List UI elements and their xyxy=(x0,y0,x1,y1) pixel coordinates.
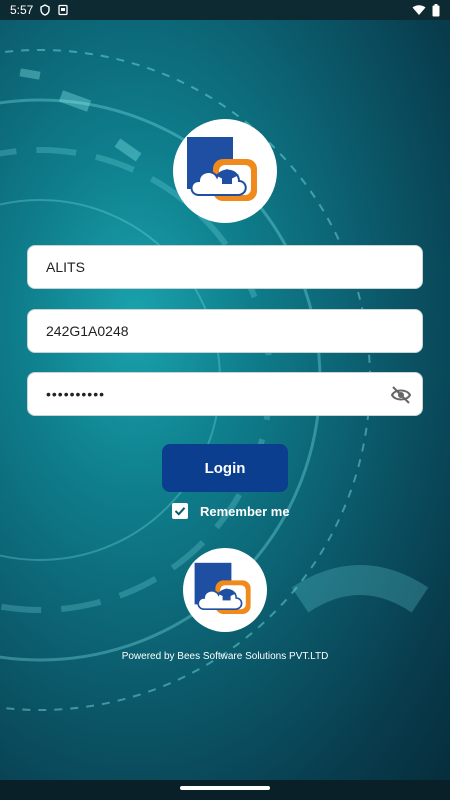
navigation-bar xyxy=(0,780,450,800)
app-logo xyxy=(173,119,277,223)
password-input[interactable] xyxy=(44,385,406,403)
status-bar: 5:57 xyxy=(0,0,450,20)
home-gesture-handle[interactable] xyxy=(180,786,270,790)
status-time: 5:57 xyxy=(10,3,34,17)
username-input[interactable] xyxy=(44,322,406,340)
cloud-graduation-cap-icon xyxy=(194,562,251,614)
sim-card-icon xyxy=(58,4,69,16)
login-button[interactable]: Login xyxy=(162,444,288,492)
remember-me[interactable]: Remember me xyxy=(172,503,290,519)
shield-icon xyxy=(40,4,51,16)
battery-icon xyxy=(432,3,440,16)
institution-field[interactable] xyxy=(27,245,423,289)
checkmark-icon xyxy=(174,507,186,516)
powered-by-text: Powered by Bees Software Solutions PVT.L… xyxy=(121,651,329,662)
username-field[interactable] xyxy=(27,309,423,353)
eye-off-icon[interactable] xyxy=(390,384,412,406)
remember-me-checkbox[interactable] xyxy=(172,503,188,519)
footer-logo xyxy=(183,548,267,632)
institution-input[interactable] xyxy=(44,258,406,276)
password-field[interactable] xyxy=(27,372,423,416)
cloud-graduation-cap-icon xyxy=(187,137,257,201)
wifi-icon xyxy=(412,5,426,15)
remember-me-label: Remember me xyxy=(200,503,290,519)
